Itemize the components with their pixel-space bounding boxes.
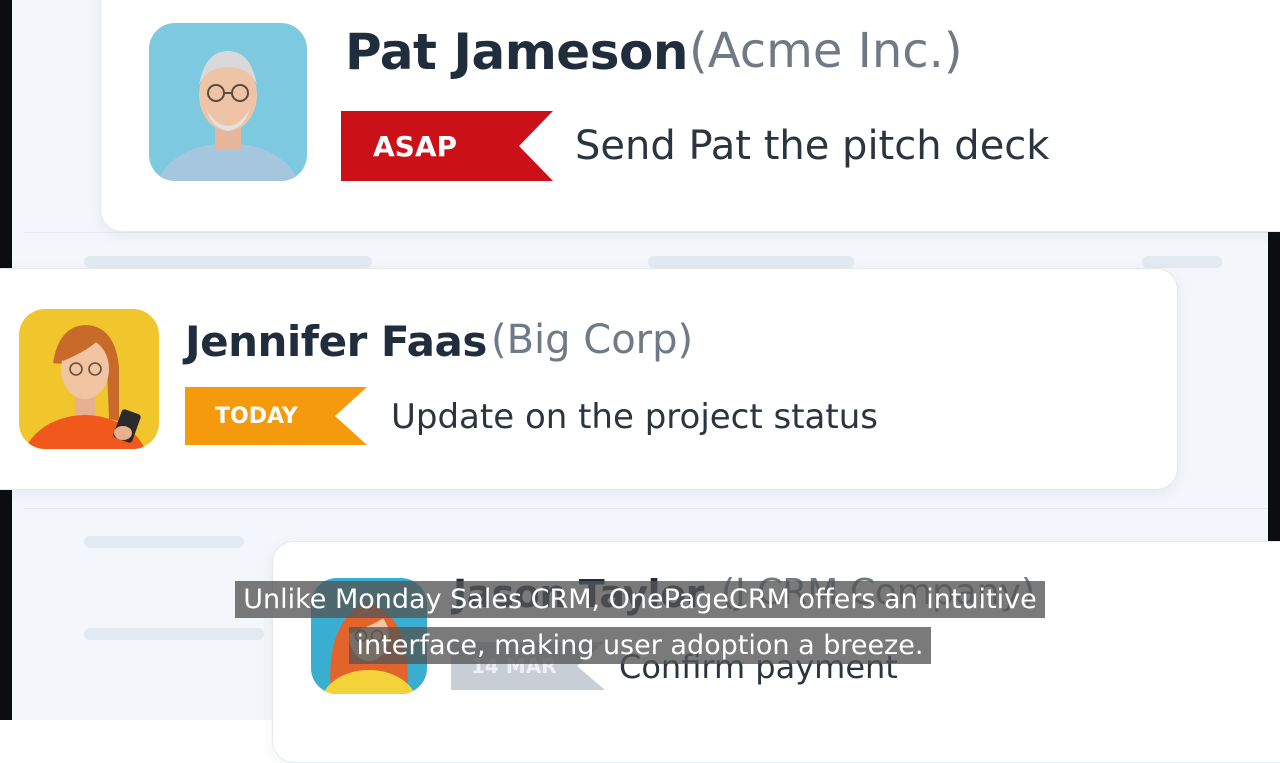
placeholder-row [648,256,854,268]
contact-company: (Acme Inc.) [689,23,963,79]
priority-tag: ASAP [341,111,553,181]
contact-name[interactable]: Pat Jameson [345,23,688,81]
priority-tag: TODAY [185,387,367,445]
tag-label: ASAP [373,129,458,163]
video-caption: Unlike Monday Sales CRM, OnePageCRM offe… [190,577,1090,669]
avatar [149,23,307,181]
contact-name[interactable]: Jennifer Faas [185,317,487,366]
placeholder-row [84,536,244,548]
contact-card[interactable]: Jennifer Faas (Big Corp) TODAY Update on… [0,268,1178,490]
placeholder-row [84,256,372,268]
tag-label: TODAY [215,403,298,429]
task-text[interactable]: Send Pat the pitch deck [575,123,1049,169]
contact-company: (Big Corp) [491,317,694,363]
caption-text: Unlike Monday Sales CRM, OnePageCRM offe… [235,581,1045,664]
row-divider [24,508,1280,509]
avatar [19,309,159,449]
task-text[interactable]: Update on the project status [391,397,878,437]
placeholder-row [1142,256,1222,268]
contact-card[interactable]: Pat Jameson (Acme Inc.) ASAP Send Pat th… [100,0,1280,232]
row-divider [24,232,1280,233]
